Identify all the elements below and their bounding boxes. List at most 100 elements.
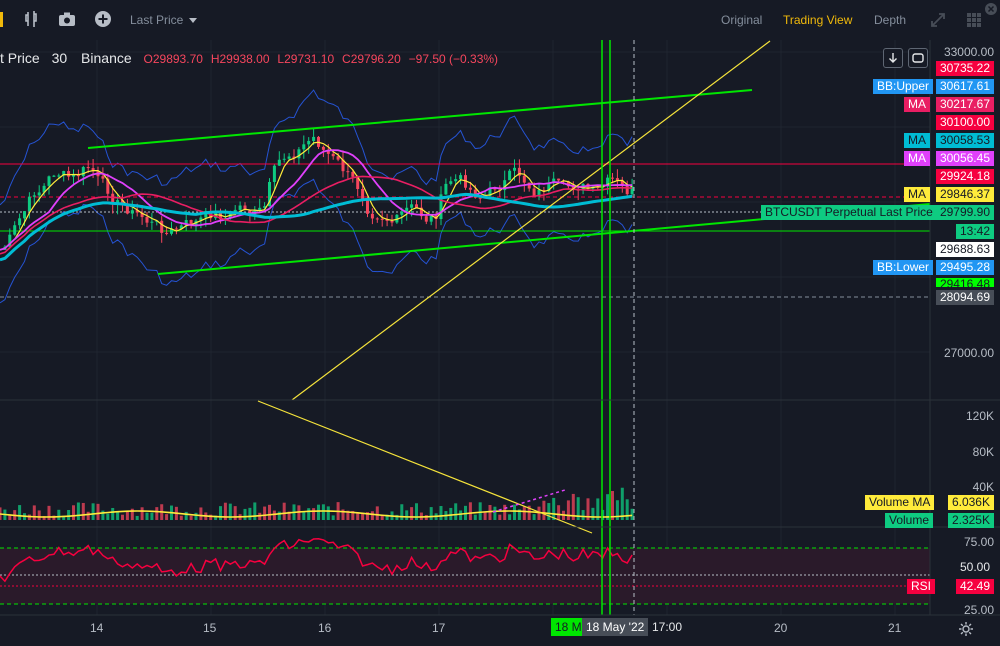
last-price-label: BTCUSDT Perpetual Last Price [761,205,937,220]
price-label-29924: 29924.18 [935,169,994,184]
volume-bar [566,500,570,520]
volume-tick-80k: 80K [972,445,994,459]
ma2-label: MA [904,133,930,148]
volume-bar [125,510,129,520]
settings-gear-icon[interactable] [958,621,974,637]
candle-body [13,225,17,235]
candle-body [459,175,463,180]
fullscreen-button[interactable] [908,48,928,68]
scroll-down-button[interactable] [883,48,903,68]
camera-icon[interactable] [58,11,76,27]
rsi-tick-25: 25.00 [963,603,994,617]
candle-body [522,175,526,183]
rsi-series [0,537,930,605]
legend-title: t Price [0,50,40,66]
candle-body [449,181,453,184]
time-tick-17: 17 [432,621,446,635]
price-tick-27000: 27000.00 [943,346,994,360]
volume-bar [268,504,271,520]
volume-bar [547,503,551,520]
caret-down-icon [189,18,198,23]
time-tick-14: 14 [90,621,104,635]
view-trading-view-tab[interactable]: Trading View [783,0,852,40]
top-toolbar: Last Price Original Trading View Depth [0,0,1000,40]
volume-bar [272,510,276,520]
drawing-tools[interactable] [87,40,931,615]
volume-bar [508,514,512,520]
volume-bar [620,487,624,520]
volume-bar [91,503,95,520]
ma1-label: MA [904,97,930,112]
volume-bar [321,504,325,520]
volume-bar [140,507,144,520]
volume-bar [557,505,561,520]
volume-bar [189,515,193,520]
candle-body [390,220,394,223]
rising-yellow-trendline [291,40,771,401]
candle-body [67,171,71,177]
ma4-label: MA [904,187,930,202]
volume-bar [165,514,169,520]
last-price-value: 29799.90 [935,205,994,220]
candle-body [57,175,61,177]
candle-body [508,170,512,181]
candle-body [307,140,311,145]
time-tick-16: 16 [318,621,332,635]
candle-body [47,176,51,186]
price-label-28094: 28094.69 [935,290,994,305]
volume-bar [121,514,124,520]
legend-low: L29731.10 [277,52,335,66]
volume-bar [331,515,335,520]
volume-bar [101,510,105,520]
volume-bar [57,509,61,520]
candle-body [302,144,306,150]
ma3-label: MA [904,151,930,166]
volume-value: 2.325K [947,513,994,528]
volume-bar [233,506,237,520]
candle-body [346,171,350,173]
time-tick-15: 15 [203,621,217,635]
candle-body [287,156,291,159]
time-tick-20: 20 [774,621,788,635]
legend-change: −97.50 (−0.33%) [408,52,499,66]
volume-bar [611,491,614,520]
volume-bar [454,503,458,520]
price-type-label: Last Price [130,13,184,27]
volume-bar [429,507,433,520]
pane-separators [0,40,1000,616]
legend-exchange: Binance [81,50,132,66]
volume-bar [96,503,100,520]
chart-grid [0,40,930,615]
add-indicator-icon[interactable] [94,10,112,28]
view-original-tab[interactable]: Original [721,0,762,40]
candle-body [282,158,286,160]
candle-body [23,211,26,219]
chart-canvas[interactable] [0,0,1000,646]
bar-chart-icon[interactable] [24,10,42,28]
volume-bar [135,515,139,520]
volume-bar [513,504,516,520]
fullscreen-icon [912,53,924,63]
grid-icon[interactable] [966,12,982,28]
volume-bar [459,510,463,520]
volume-bar [361,513,365,520]
view-depth-tab[interactable]: Depth [874,0,906,40]
ohlc-legend: t Price 30 Binance O29893.70 H29938.00 L… [0,50,502,66]
close-icon[interactable] [984,2,998,16]
volume-bar [473,514,477,520]
volume-bar [405,510,409,520]
volume-bar [37,510,41,520]
candle-body [238,205,242,210]
volume-bar [199,507,203,520]
volume-bar [542,500,546,520]
candle-body [130,210,134,214]
volume-bar [307,508,311,520]
price-type-dropdown[interactable]: Last Price [130,0,199,40]
volume-bar [400,504,404,520]
candle-body [380,218,384,220]
volume-bar [468,502,472,520]
rsi-50-label: 50.00 [955,560,994,575]
legend-open: O29893.70 [143,52,203,66]
expand-icon[interactable] [930,12,946,28]
candlestick-logo-icon [0,12,3,27]
